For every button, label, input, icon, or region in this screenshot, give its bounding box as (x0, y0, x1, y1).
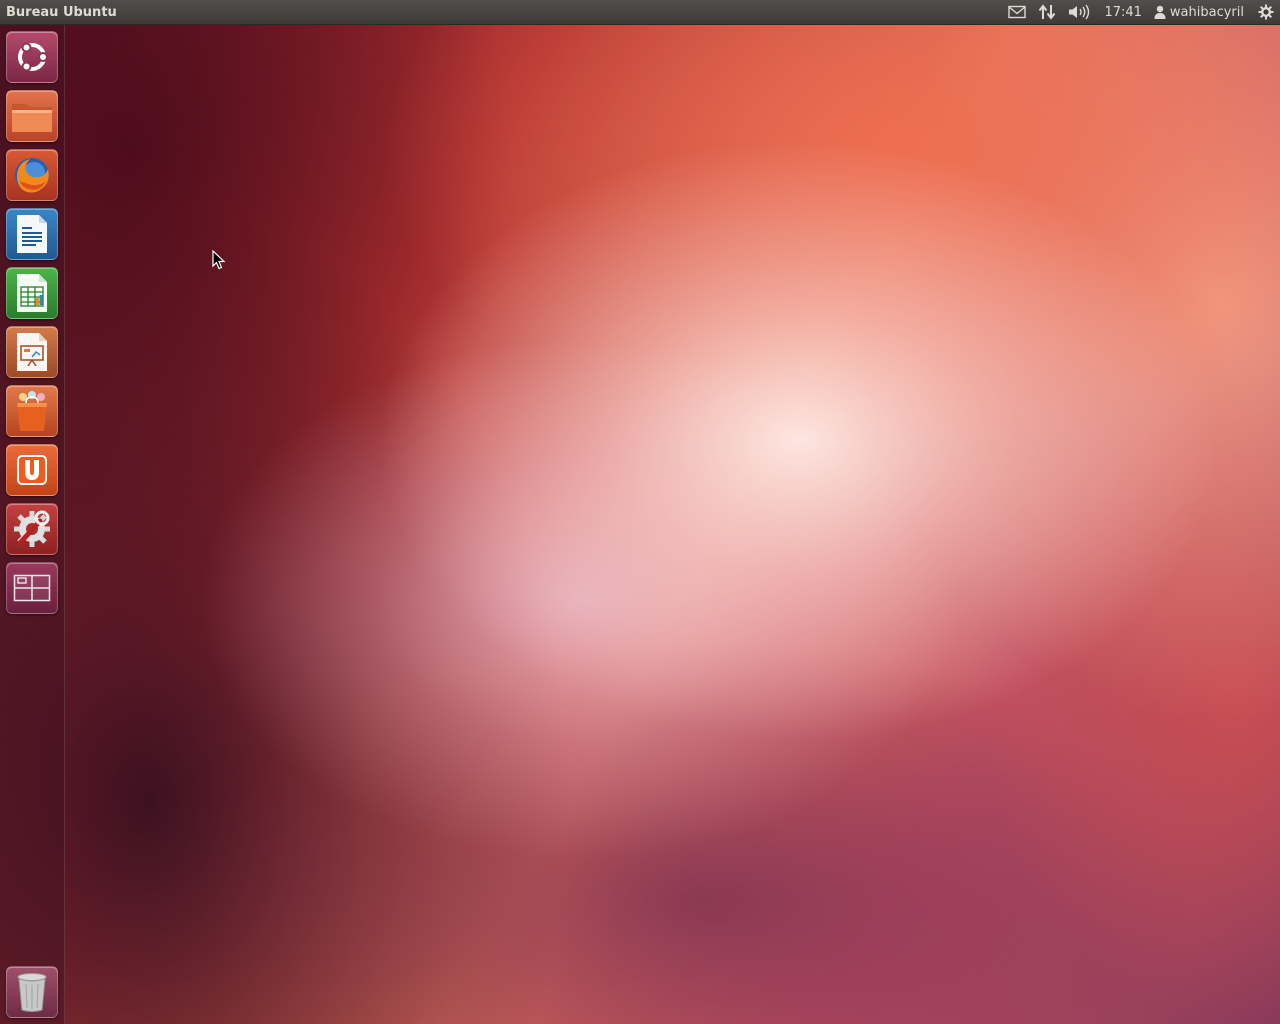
launcher (0, 25, 65, 1024)
ubuntu-one-icon (17, 455, 47, 485)
sound-indicator[interactable] (1062, 0, 1096, 24)
launcher-item-impress[interactable] (6, 326, 58, 378)
launcher-item-workspace-switcher[interactable] (6, 562, 58, 614)
ubuntu-logo-icon (18, 42, 48, 72)
trash-icon (17, 973, 47, 1012)
impress-icon (17, 333, 47, 371)
network-arrows-icon (1039, 4, 1056, 20)
calc-icon (17, 274, 47, 312)
settings-wrench-icon (14, 510, 50, 547)
launcher-item-writer[interactable] (6, 208, 58, 260)
messaging-indicator[interactable] (1002, 0, 1032, 24)
firefox-icon (15, 158, 49, 193)
gear-icon (1258, 4, 1274, 20)
session-indicator[interactable] (1252, 0, 1280, 24)
user-name: wahibacyril (1169, 4, 1244, 20)
top-panel: Bureau Ubuntu 17:41 wahibacyril (0, 0, 1280, 25)
shopping-bag-icon (17, 391, 47, 431)
launcher-item-trash[interactable] (6, 966, 58, 1018)
launcher-item-software-center[interactable] (6, 385, 58, 437)
person-icon (1154, 5, 1166, 19)
mouse-cursor-icon (212, 250, 226, 270)
launcher-item-dash-home[interactable] (6, 31, 58, 83)
panel-title: Bureau Ubuntu (6, 4, 117, 20)
network-indicator[interactable] (1032, 0, 1062, 24)
clock[interactable]: 17:41 (1096, 0, 1149, 24)
user-indicator[interactable]: wahibacyril (1150, 0, 1252, 24)
launcher-item-files[interactable] (6, 90, 58, 142)
launcher-item-system-settings[interactable] (6, 503, 58, 555)
folder-icon (12, 104, 52, 132)
writer-icon (17, 215, 47, 253)
envelope-icon (1008, 5, 1027, 19)
launcher-item-calc[interactable] (6, 267, 58, 319)
launcher-item-firefox[interactable] (6, 149, 58, 201)
speaker-icon (1069, 4, 1090, 20)
desktop-wallpaper: Bureau Ubuntu 17:41 wahibacyril (0, 0, 1280, 1024)
launcher-item-ubuntu-one[interactable] (6, 444, 58, 496)
workspaces-icon (13, 574, 51, 602)
